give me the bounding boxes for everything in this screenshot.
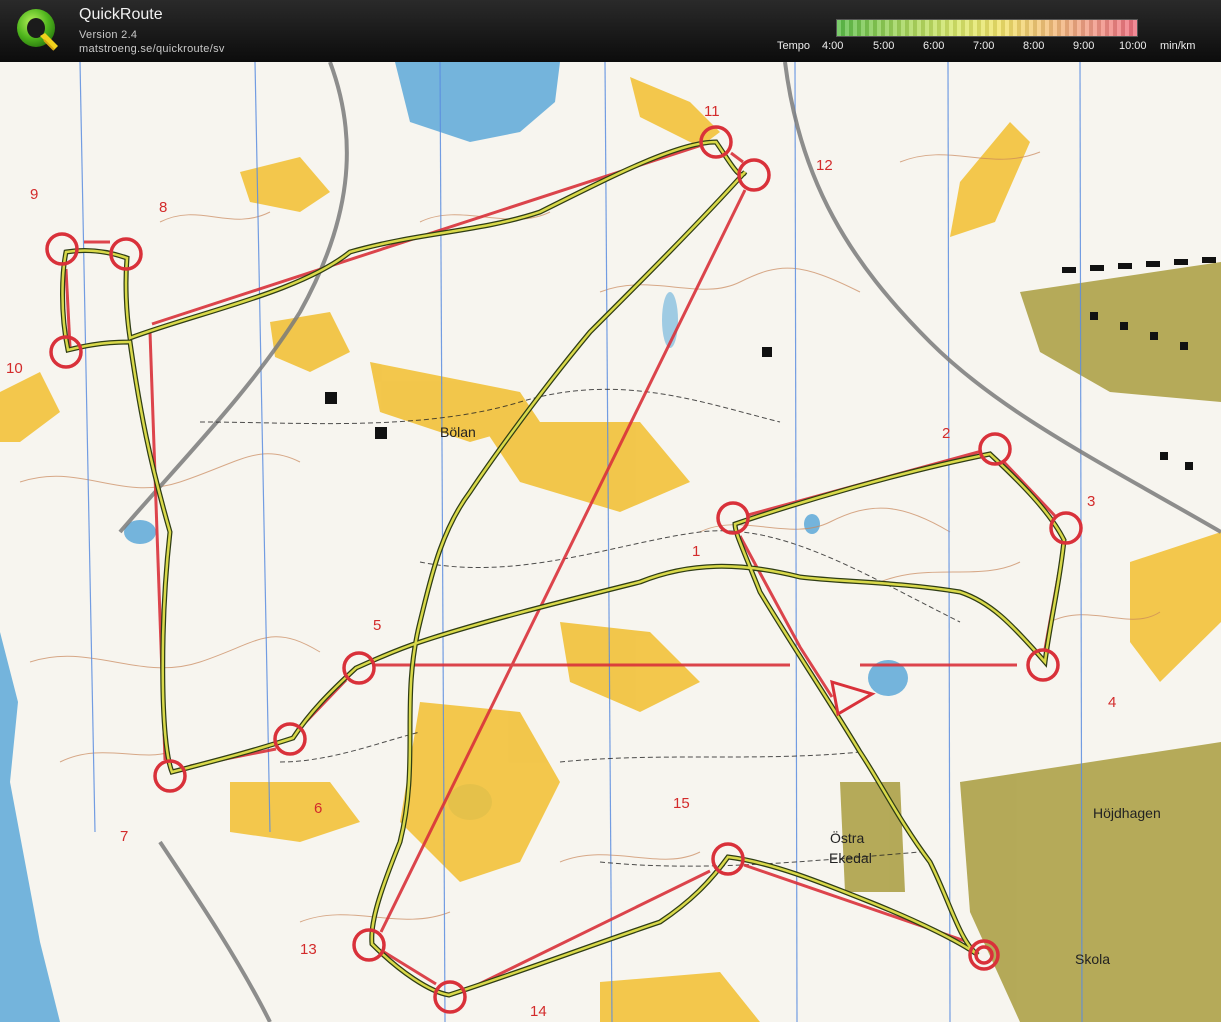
control-number: 11 bbox=[704, 103, 720, 120]
place-name: Höjdhagen bbox=[1093, 805, 1161, 821]
tempo-tick: 10:00 bbox=[1119, 40, 1147, 52]
orienteering-map[interactable]: 1 2 3 4 5 6 7 8 9 10 11 12 13 14 15 Böla… bbox=[0, 62, 1221, 1022]
tempo-tick: 6:00 bbox=[923, 40, 945, 52]
control-number: 4 bbox=[1108, 694, 1116, 711]
app-title: QuickRoute bbox=[79, 6, 163, 23]
quickroute-logo-icon bbox=[17, 9, 58, 51]
control-number: 13 bbox=[300, 941, 317, 958]
tempo-tick: 8:00 bbox=[1023, 40, 1045, 52]
tempo-tick: 9:00 bbox=[1073, 40, 1095, 52]
control-number: 6 bbox=[314, 800, 322, 817]
tempo-tick: 4:00 bbox=[822, 40, 844, 52]
control-number: 12 bbox=[816, 157, 833, 174]
control-number: 7 bbox=[120, 828, 128, 845]
control-number: 3 bbox=[1087, 493, 1095, 510]
control-number: 14 bbox=[530, 1003, 547, 1020]
map-view[interactable]: 1 2 3 4 5 6 7 8 9 10 11 12 13 14 15 Böla… bbox=[0, 62, 1221, 1022]
tempo-tick: 7:00 bbox=[973, 40, 995, 52]
place-name: Bölan bbox=[440, 424, 476, 440]
control-number: 15 bbox=[673, 795, 690, 812]
control-number: 2 bbox=[942, 425, 950, 442]
tempo-unit: min/km bbox=[1160, 40, 1196, 52]
control-number: 9 bbox=[30, 186, 38, 203]
app-url-link[interactable]: matstroeng.se/quickroute/sv bbox=[79, 43, 225, 55]
control-number: 8 bbox=[159, 199, 167, 216]
quickroute-window: QuickRoute Version 2.4 matstroeng.se/qui… bbox=[0, 0, 1221, 1022]
place-name: Skola bbox=[1075, 951, 1110, 967]
control-number: 5 bbox=[373, 617, 381, 634]
tempo-color-scale bbox=[836, 19, 1138, 37]
place-name: Ekedal bbox=[829, 850, 872, 866]
control-number: 1 bbox=[692, 543, 700, 560]
place-name: Östra bbox=[830, 829, 864, 846]
tempo-tick: 5:00 bbox=[873, 40, 895, 52]
app-version: Version 2.4 bbox=[79, 29, 138, 41]
tempo-label: Tempo bbox=[777, 40, 811, 52]
control-number: 10 bbox=[6, 360, 23, 377]
app-header: QuickRoute Version 2.4 matstroeng.se/qui… bbox=[0, 0, 1221, 62]
pond bbox=[804, 514, 820, 534]
